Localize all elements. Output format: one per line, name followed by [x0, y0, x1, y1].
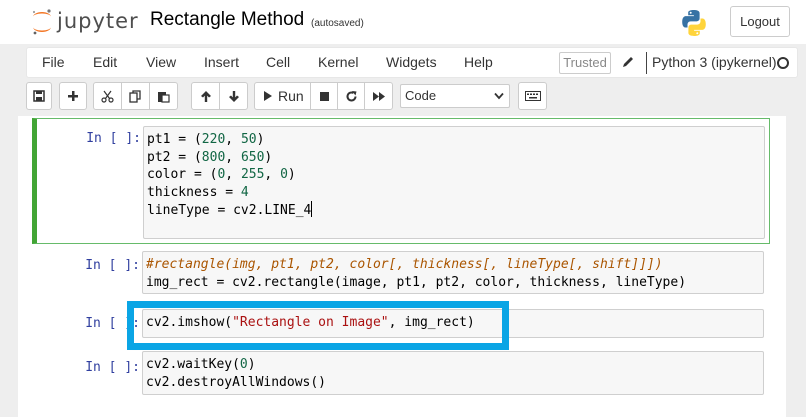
keyboard-icon: [524, 91, 541, 101]
insert-cell-button[interactable]: [59, 82, 87, 110]
menu-file[interactable]: File: [42, 54, 65, 70]
logo-text: jupyter: [57, 9, 139, 33]
menu-cell[interactable]: Cell: [266, 54, 290, 70]
save-button[interactable]: [26, 82, 52, 110]
code-cell-selected[interactable]: In [ ]: pt1 = (220, 50) pt2 = (800, 650)…: [32, 118, 770, 244]
save-icon: [33, 90, 45, 102]
header: jupyter Rectangle Method (autosaved) Log…: [0, 0, 806, 44]
code-line: cv2.destroyAllWindows(): [146, 374, 327, 390]
cell-prompt: In [ ]:: [85, 258, 140, 273]
trusted-badge[interactable]: Trusted: [559, 52, 611, 74]
autosave-status: (autosaved): [311, 18, 364, 29]
code-editor[interactable]: #rectangle(img, pt1, pt2, color[, thickn…: [142, 251, 764, 294]
code-line: pt2 = (800, 650): [147, 149, 273, 165]
text-cursor: [311, 201, 313, 217]
code-editor[interactable]: pt1 = (220, 50) pt2 = (800, 650) color =…: [143, 126, 765, 239]
code-line: thickness = 4: [147, 184, 249, 200]
menu-widgets[interactable]: Widgets: [386, 54, 437, 70]
arrow-up-icon: [200, 90, 211, 102]
code-cell[interactable]: In [ ]: cv2.waitKey(0) cv2.destroyAllWin…: [32, 348, 770, 398]
menu-insert[interactable]: Insert: [204, 54, 239, 70]
cell-prompt: In [ ]:: [86, 131, 141, 146]
jupyter-logo-icon: [32, 9, 51, 35]
menu-kernel[interactable]: Kernel: [318, 54, 358, 70]
code-line: pt1 = (220, 50): [147, 132, 265, 147]
menu-help[interactable]: Help: [464, 54, 493, 70]
highlight-annotation-box: [127, 301, 509, 350]
code-line: lineType = cv2.LINE_4: [147, 201, 313, 218]
notebook-container: In [ ]: pt1 = (220, 50) pt2 = (800, 650)…: [18, 116, 786, 417]
menu-edit[interactable]: Edit: [93, 54, 117, 70]
cell-type-value: Code: [405, 88, 437, 103]
stop-icon: [319, 91, 329, 101]
chevron-down-icon: [494, 92, 504, 100]
scissors-icon: [101, 90, 114, 103]
restart-icon: [346, 90, 356, 101]
cell-type-select[interactable]: Code: [400, 84, 510, 108]
copy-button[interactable]: [121, 82, 150, 110]
kernel-status-icon: [777, 57, 789, 69]
move-up-button[interactable]: [191, 82, 220, 110]
run-button[interactable]: Run: [254, 82, 311, 110]
cell-prompt: In [ ]:: [85, 316, 140, 331]
toolbar: Run Code: [26, 82, 798, 110]
restart-button[interactable]: [337, 82, 365, 110]
command-palette-button[interactable]: [518, 82, 547, 110]
logout-button[interactable]: Logout: [730, 6, 790, 37]
menubar: File Edit View Insert Cell Kernel Widget…: [26, 47, 798, 78]
code-line: cv2.waitKey(0): [146, 357, 256, 372]
jupyter-logo[interactable]: jupyter: [31, 8, 143, 36]
notebook-title[interactable]: Rectangle Method: [150, 9, 304, 31]
menu-view[interactable]: View: [146, 54, 176, 70]
kernel-divider: [646, 52, 647, 74]
run-label: Run: [278, 88, 304, 104]
paste-button[interactable]: [149, 82, 178, 110]
plus-icon: [68, 91, 78, 101]
play-icon: [264, 91, 272, 101]
copy-icon: [129, 89, 141, 103]
cell-prompt: In [ ]:: [85, 360, 140, 375]
code-comment: #rectangle(img, pt1, pt2, color[, thickn…: [146, 257, 663, 272]
arrow-down-icon: [228, 90, 239, 102]
paste-icon: [158, 91, 170, 103]
fast-forward-icon: [372, 91, 385, 101]
interrupt-button[interactable]: [310, 82, 338, 110]
code-editor[interactable]: cv2.waitKey(0) cv2.destroyAllWindows(): [142, 351, 764, 395]
move-down-button[interactable]: [219, 82, 248, 110]
code-line: color = (0, 255, 0): [147, 167, 296, 182]
cut-button[interactable]: [93, 82, 122, 110]
code-cell[interactable]: In [ ]: #rectangle(img, pt1, pt2, color[…: [32, 249, 770, 299]
python-logo-icon: [679, 8, 709, 38]
kernel-name[interactable]: Python 3 (ipykernel): [652, 54, 777, 70]
restart-run-all-button[interactable]: [364, 82, 393, 110]
code-line: img_rect = cv2.rectangle(image, pt1, pt2…: [146, 274, 687, 290]
pencil-icon[interactable]: [621, 55, 635, 69]
